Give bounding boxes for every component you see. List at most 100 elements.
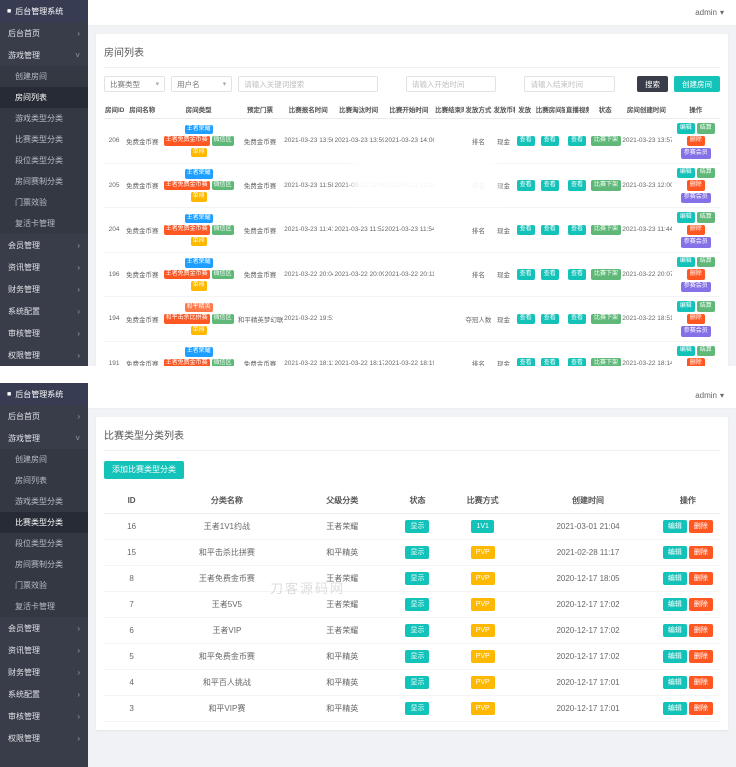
status-badge[interactable]: 显示	[405, 572, 429, 585]
sidebar-item-后台首页[interactable]: 后台首页›	[0, 22, 88, 44]
status-badge[interactable]: 比赛下架	[591, 358, 621, 366]
edit-button[interactable]: 编辑	[663, 572, 687, 585]
start-time-input[interactable]: 请输入开始时间	[406, 76, 497, 92]
edit-button[interactable]: 编辑	[677, 212, 695, 223]
sidebar-subitem-房间赛制分类[interactable]: 房间赛制分类	[0, 554, 88, 575]
live-video-view-button[interactable]: 查看	[568, 314, 586, 325]
mode-badge[interactable]: PVP	[471, 546, 495, 559]
keyword-input[interactable]: 请输入关键词搜索	[238, 76, 378, 92]
sidebar-item-后台首页[interactable]: 后台首页›	[0, 405, 88, 427]
sidebar-item-会员管理[interactable]: 会员管理›	[0, 617, 88, 639]
edit-button[interactable]: 编辑	[663, 676, 687, 689]
live-video-view-button[interactable]: 查看	[568, 225, 586, 236]
edit-button[interactable]: 编辑	[677, 257, 695, 268]
settle-button[interactable]: 结算	[697, 212, 715, 223]
delete-button[interactable]: 删除	[689, 624, 713, 637]
mode-badge[interactable]: 1V1	[471, 520, 493, 533]
status-badge[interactable]: 显示	[405, 650, 429, 663]
sidebar-item-游戏管理[interactable]: 游戏管理˅	[0, 427, 88, 449]
members-button[interactable]: 参赛会员	[681, 148, 711, 159]
sidebar-item-系统配置[interactable]: 系统配置›	[0, 683, 88, 705]
sidebar-subitem-房间列表[interactable]: 房间列表	[0, 87, 88, 108]
status-badge[interactable]: 比赛下架	[591, 180, 621, 191]
settle-button[interactable]: 结算	[697, 346, 715, 357]
live-video-view-button[interactable]: 查看	[568, 136, 586, 147]
settle-button[interactable]: 结算	[697, 168, 715, 179]
mode-badge[interactable]: PVP	[471, 624, 495, 637]
live-video-view-button[interactable]: 查看	[568, 180, 586, 191]
status-badge[interactable]: 显示	[405, 546, 429, 559]
status-badge[interactable]: 显示	[405, 520, 429, 533]
sidebar-subitem-游戏类型分类[interactable]: 游戏类型分类	[0, 491, 88, 512]
delete-button[interactable]: 删除	[687, 225, 705, 236]
sidebar-subitem-复活卡管理[interactable]: 复活卡管理	[0, 596, 88, 617]
delete-button[interactable]: 删除	[687, 269, 705, 280]
sidebar-subitem-游戏类型分类[interactable]: 游戏类型分类	[0, 108, 88, 129]
distribute-view-button[interactable]: 查看	[517, 136, 535, 147]
mode-badge[interactable]: PVP	[471, 676, 495, 689]
live-video-view-button[interactable]: 查看	[568, 358, 586, 366]
delete-button[interactable]: 删除	[689, 598, 713, 611]
status-badge[interactable]: 显示	[405, 676, 429, 689]
status-badge[interactable]: 显示	[405, 624, 429, 637]
sidebar-subitem-比赛类型分类[interactable]: 比赛类型分类	[0, 129, 88, 150]
sidebar-subitem-复活卡管理[interactable]: 复活卡管理	[0, 213, 88, 234]
sidebar-item-游戏管理[interactable]: 游戏管理˅	[0, 44, 88, 66]
sidebar-item-财务管理[interactable]: 财务管理›	[0, 661, 88, 683]
sidebar-subitem-段位类型分类[interactable]: 段位类型分类	[0, 533, 88, 554]
username-select[interactable]: 用户名 ▾	[171, 76, 232, 92]
mode-badge[interactable]: PVP	[471, 702, 495, 715]
sidebar-item-系统配置[interactable]: 系统配置›	[0, 300, 88, 322]
room-link-view-button[interactable]: 查看	[541, 136, 559, 147]
sidebar-item-审核管理[interactable]: 审核管理›	[0, 705, 88, 727]
live-video-view-button[interactable]: 查看	[568, 269, 586, 280]
status-badge[interactable]: 比赛下架	[591, 225, 621, 236]
mode-badge[interactable]: PVP	[471, 598, 495, 611]
edit-button[interactable]: 编辑	[677, 168, 695, 179]
edit-button[interactable]: 编辑	[677, 346, 695, 357]
delete-button[interactable]: 删除	[689, 650, 713, 663]
delete-button[interactable]: 删除	[687, 136, 705, 147]
settle-button[interactable]: 结算	[697, 301, 715, 312]
status-badge[interactable]: 显示	[405, 598, 429, 611]
status-badge[interactable]: 比赛下架	[591, 136, 621, 147]
settle-button[interactable]: 结算	[697, 123, 715, 134]
sidebar-subitem-段位类型分类[interactable]: 段位类型分类	[0, 150, 88, 171]
distribute-view-button[interactable]: 查看	[517, 269, 535, 280]
admin-user-menu[interactable]: admin	[695, 8, 717, 17]
members-button[interactable]: 参赛会员	[681, 326, 711, 337]
sidebar-item-审核管理[interactable]: 审核管理›	[0, 322, 88, 344]
edit-button[interactable]: 编辑	[677, 301, 695, 312]
sidebar-item-资讯管理[interactable]: 资讯管理›	[0, 256, 88, 278]
sidebar-item-会员管理[interactable]: 会员管理›	[0, 234, 88, 256]
room-link-view-button[interactable]: 查看	[541, 358, 559, 366]
room-link-view-button[interactable]: 查看	[541, 225, 559, 236]
delete-button[interactable]: 删除	[689, 520, 713, 533]
create-room-button[interactable]: 创建房间	[674, 76, 720, 92]
room-link-view-button[interactable]: 查看	[541, 269, 559, 280]
admin-user-menu[interactable]: admin	[695, 391, 717, 400]
edit-button[interactable]: 编辑	[663, 650, 687, 663]
sidebar-item-资讯管理[interactable]: 资讯管理›	[0, 639, 88, 661]
sidebar-subitem-房间列表[interactable]: 房间列表	[0, 470, 88, 491]
distribute-view-button[interactable]: 查看	[517, 225, 535, 236]
distribute-view-button[interactable]: 查看	[517, 358, 535, 366]
sidebar-subitem-创建房间[interactable]: 创建房间	[0, 449, 88, 470]
mode-badge[interactable]: PVP	[471, 572, 495, 585]
match-type-select[interactable]: 比赛类型 ▾	[104, 76, 165, 92]
sidebar-item-权限管理[interactable]: 权限管理›	[0, 727, 88, 749]
sidebar-subitem-门票效验[interactable]: 门票效验	[0, 575, 88, 596]
distribute-view-button[interactable]: 查看	[517, 314, 535, 325]
sidebar-subitem-比赛类型分类[interactable]: 比赛类型分类	[0, 512, 88, 533]
edit-button[interactable]: 编辑	[663, 598, 687, 611]
delete-button[interactable]: 删除	[689, 702, 713, 715]
mode-badge[interactable]: PVP	[471, 650, 495, 663]
edit-button[interactable]: 编辑	[663, 702, 687, 715]
status-badge[interactable]: 比赛下架	[591, 314, 621, 325]
room-link-view-button[interactable]: 查看	[541, 314, 559, 325]
sidebar-subitem-房间赛制分类[interactable]: 房间赛制分类	[0, 171, 88, 192]
status-badge[interactable]: 显示	[405, 702, 429, 715]
status-badge[interactable]: 比赛下架	[591, 269, 621, 280]
distribute-view-button[interactable]: 查看	[517, 180, 535, 191]
room-link-view-button[interactable]: 查看	[541, 180, 559, 191]
